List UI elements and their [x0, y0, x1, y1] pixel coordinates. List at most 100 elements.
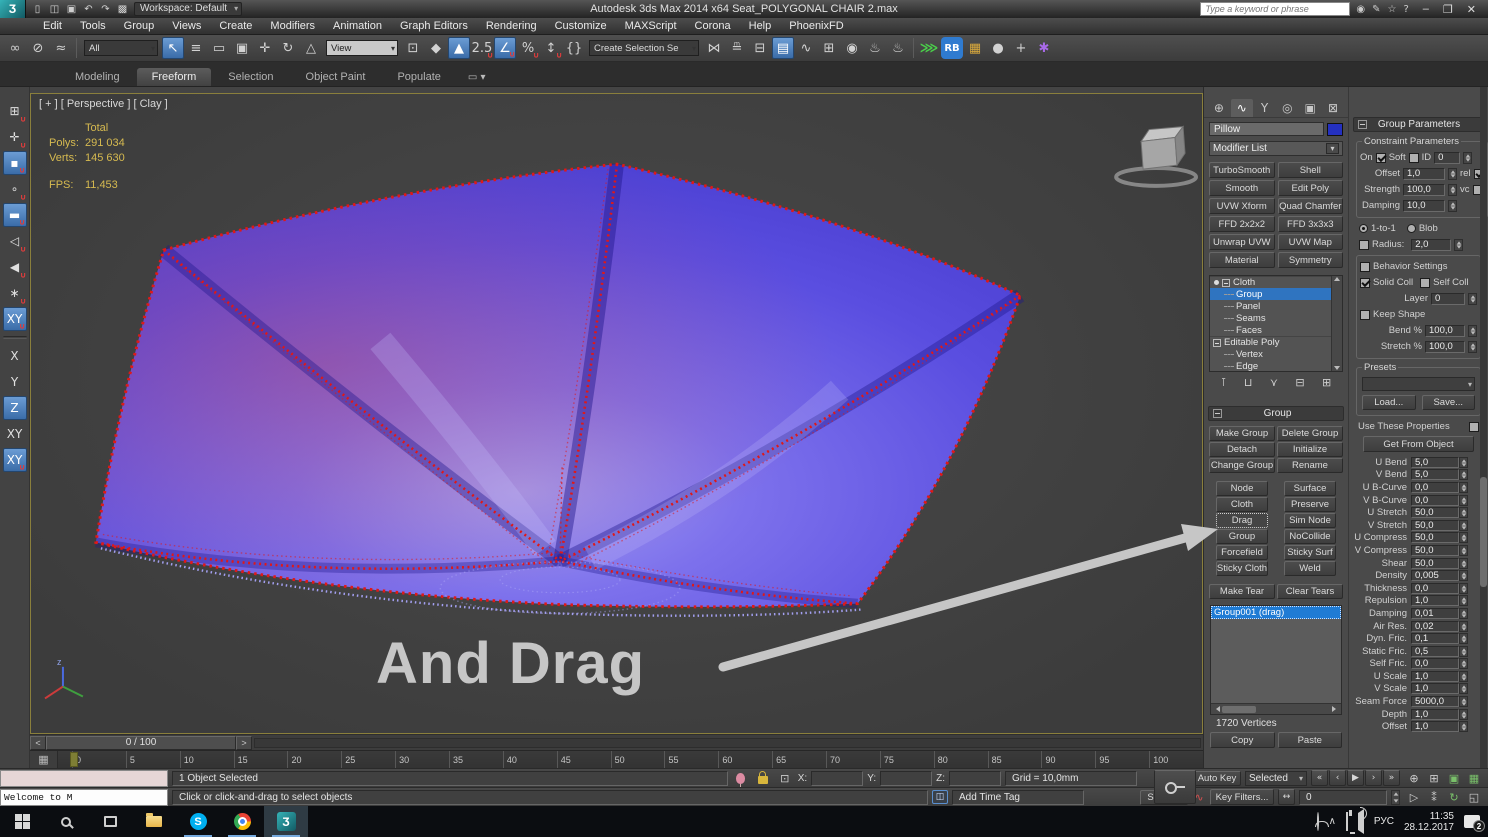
radius-field[interactable]: 2,0 — [1411, 239, 1451, 251]
modifier-button[interactable]: FFD 2x2x2 — [1209, 216, 1275, 232]
make-unique-icon[interactable]: ⋎ — [1270, 376, 1278, 389]
pin-stack-icon[interactable]: ⊺ — [1221, 376, 1227, 389]
modifier-stack-row[interactable]: Faces — [1210, 324, 1331, 336]
binoculars-search-icon[interactable]: ◉ — [1356, 4, 1365, 15]
zoom-extents-all-icon[interactable]: ▦ — [1464, 770, 1484, 786]
property-value-field[interactable]: 50,0 — [1411, 558, 1459, 569]
property-spinner[interactable] — [1459, 558, 1468, 569]
weld-button[interactable]: Weld — [1284, 561, 1336, 576]
menu-item[interactable]: Create — [210, 20, 261, 32]
property-spinner[interactable] — [1459, 520, 1468, 531]
current-frame-field[interactable]: 0 — [1299, 790, 1387, 805]
id-field[interactable]: 0 — [1434, 152, 1460, 164]
property-value-field[interactable]: 5,0 — [1411, 457, 1459, 468]
named-selection-sets-dropdown[interactable]: Create Selection Se — [589, 40, 699, 56]
select-and-move-icon[interactable]: ✛ — [254, 37, 276, 59]
walk-through-icon[interactable]: ⁑ — [1424, 789, 1444, 805]
property-value-field[interactable]: 50,0 — [1411, 545, 1459, 556]
select-and-link-icon[interactable]: ∞ — [4, 37, 26, 59]
menu-item[interactable]: MAXScript — [616, 20, 686, 32]
utilities-tab-icon[interactable]: ⊠ — [1322, 99, 1344, 117]
initialize-button[interactable]: Initialize — [1277, 442, 1343, 457]
maximize-viewport-icon[interactable]: ◱ — [1464, 789, 1484, 805]
property-value-field[interactable]: 1,0 — [1411, 709, 1459, 720]
property-spinner[interactable] — [1459, 696, 1468, 707]
edit-named-sets-icon[interactable]: {} — [563, 37, 585, 59]
modifier-stack-row[interactable]: Group — [1210, 288, 1331, 300]
auto-key-button[interactable]: Auto Key — [1193, 771, 1241, 786]
minimize-button[interactable]: – — [1423, 3, 1429, 16]
property-value-field[interactable]: 1,0 — [1411, 721, 1459, 732]
snap-midpoint-icon[interactable]: ▬∩ — [3, 203, 27, 227]
clear-tears-button[interactable]: Clear Tears — [1277, 584, 1343, 599]
zoom-all-icon[interactable]: ⊞ — [1424, 770, 1444, 786]
group-button[interactable]: Group — [1216, 529, 1268, 544]
one-to-one-radio[interactable] — [1359, 224, 1368, 233]
presets-dropdown[interactable] — [1362, 377, 1475, 391]
save-file-icon[interactable]: ▣ — [64, 4, 79, 15]
object-color-swatch[interactable] — [1327, 123, 1343, 136]
property-value-field[interactable]: 0,0 — [1411, 583, 1459, 594]
snaps-toggle-icon[interactable]: 2.5∩ — [471, 37, 493, 59]
add-time-tag[interactable]: Add Time Tag — [952, 790, 1084, 805]
forcefield-button[interactable]: Forcefield — [1216, 545, 1268, 560]
node-button[interactable]: Node — [1216, 481, 1268, 496]
collapse-icon[interactable] — [1222, 279, 1230, 287]
mini-curve-editor-icon[interactable]: ▦ — [30, 751, 58, 768]
previous-frame-button[interactable]: ‹ — [1329, 770, 1346, 786]
modifier-stack-row[interactable]: Editable Poly — [1210, 336, 1331, 348]
motion-tab-icon[interactable]: ◎ — [1276, 99, 1298, 117]
ribbon-minimize-icon[interactable]: ▭ ▾ — [458, 69, 496, 86]
time-slider-value[interactable]: 0 / 100 — [46, 736, 236, 750]
use-these-properties-checkbox[interactable] — [1469, 422, 1479, 432]
add-tool-icon[interactable]: + — [1010, 37, 1032, 59]
menu-item[interactable]: Group — [115, 20, 164, 32]
select-and-manipulate-icon[interactable]: ◆ — [425, 37, 447, 59]
select-object-icon[interactable]: ↖ — [162, 37, 184, 59]
modifier-stack-row[interactable]: Edge — [1210, 360, 1331, 371]
modifier-stack-row[interactable]: Panel — [1210, 300, 1331, 312]
snap-vertex-icon[interactable]: ▪∩ — [3, 151, 27, 175]
get-from-object-button[interactable]: Get From Object — [1363, 436, 1474, 452]
layer-manager-icon[interactable]: ⊟ — [749, 37, 771, 59]
offset-spinner[interactable] — [1448, 168, 1457, 180]
forestpack-icon[interactable]: ▦ — [964, 37, 986, 59]
selection-filter-dropdown[interactable]: All — [84, 40, 158, 56]
modifier-button[interactable]: Unwrap UVW — [1209, 234, 1275, 250]
ribbon-tab[interactable]: Freeform — [137, 68, 212, 86]
mirror-icon[interactable]: ⋈ — [703, 37, 725, 59]
property-spinner[interactable] — [1459, 595, 1468, 606]
spinner-snap-icon[interactable]: ↕∩ — [540, 37, 562, 59]
group-list[interactable]: Group001 (drag) — [1210, 605, 1342, 715]
property-value-field[interactable]: 50,0 — [1411, 532, 1459, 543]
scene-explorer-icon[interactable]: ▤ — [772, 37, 794, 59]
menu-item[interactable]: Corona — [686, 20, 740, 32]
y-coordinate-field[interactable] — [880, 771, 932, 786]
hidden-icons-chevron[interactable]: ∧ — [1329, 816, 1336, 827]
key-filters-button[interactable]: Key Filters... — [1210, 789, 1274, 805]
offset-field[interactable]: 1,0 — [1403, 168, 1445, 180]
collapse-icon[interactable] — [1213, 339, 1221, 347]
close-button[interactable]: ✕ — [1467, 3, 1476, 16]
id-spinner[interactable] — [1463, 152, 1472, 164]
select-by-name-icon[interactable]: ≡ — [185, 37, 207, 59]
property-spinner[interactable] — [1459, 545, 1468, 556]
snap-pivot-icon[interactable]: ✛∩ — [3, 125, 27, 149]
configure-modifier-sets-icon[interactable]: ⊞ — [1322, 376, 1331, 389]
language-indicator[interactable]: РУС — [1374, 816, 1394, 827]
orbit-icon[interactable]: ↻ — [1444, 789, 1464, 805]
axis-constraint-xy-icon[interactable]: XY — [3, 422, 27, 446]
object-name-field[interactable]: Pillow — [1209, 122, 1324, 136]
layer-field[interactable]: 0 — [1431, 293, 1465, 305]
taskbar-search-icon[interactable] — [44, 806, 88, 837]
maxscript-mini-listener-pink[interactable] — [0, 770, 168, 787]
menu-item[interactable]: Rendering — [477, 20, 546, 32]
zoom-extents-icon[interactable]: ▣ — [1444, 770, 1464, 786]
bend-field[interactable]: 100,0 — [1425, 325, 1465, 337]
railclone-icon[interactable]: RB — [941, 37, 963, 59]
percent-snap-icon[interactable]: %∩ — [517, 37, 539, 59]
modifier-button[interactable]: Smooth — [1209, 180, 1275, 196]
property-value-field[interactable]: 50,0 — [1411, 507, 1459, 518]
stretch-spinner[interactable] — [1468, 341, 1477, 353]
window-crossing-icon[interactable]: ▣ — [231, 37, 253, 59]
